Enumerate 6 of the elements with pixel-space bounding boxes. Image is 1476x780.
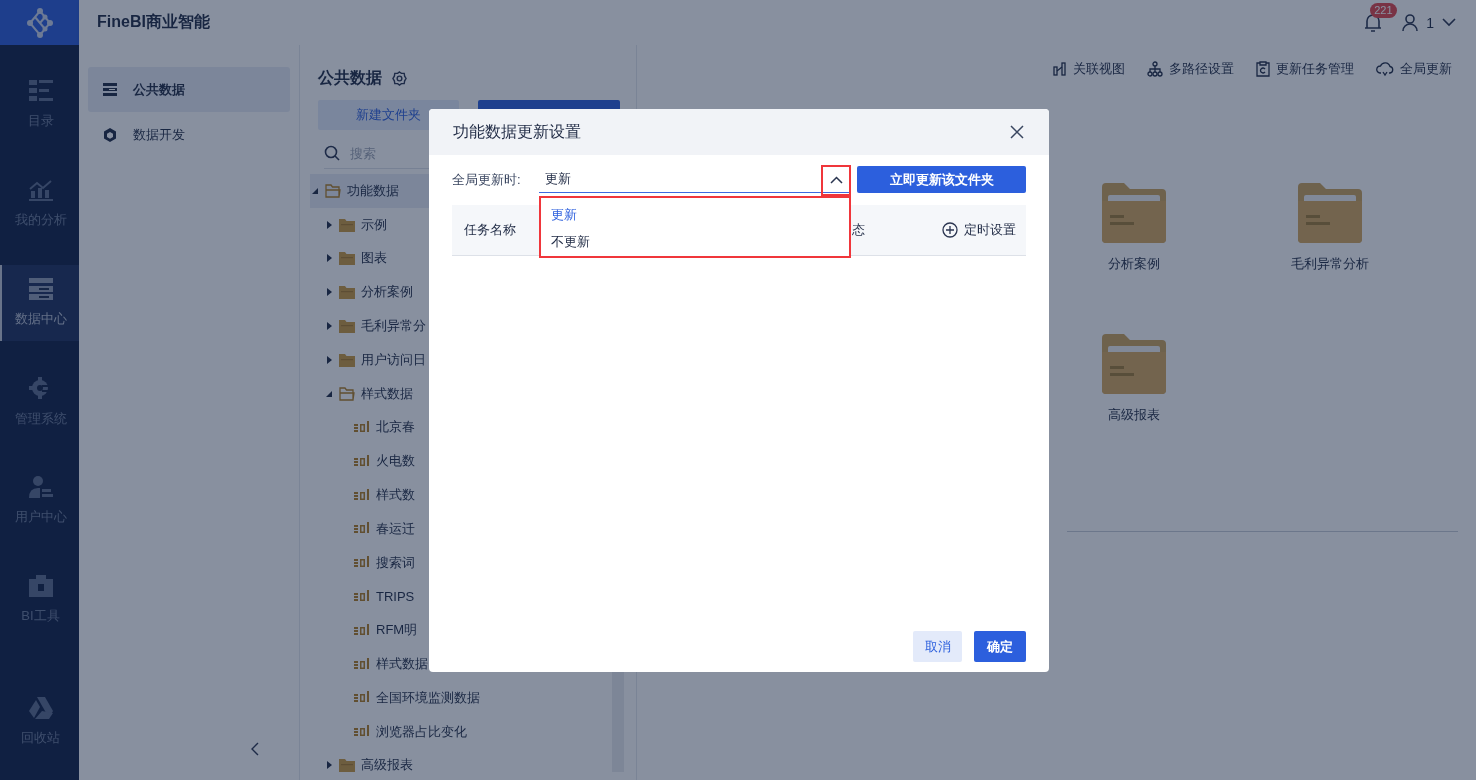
field-label: 全局更新时: <box>452 170 522 189</box>
column-header: 态 <box>852 221 865 239</box>
column-header: 任务名称 <box>463 221 516 239</box>
panel-title: 公共数据 <box>318 67 382 88</box>
app-title: FineBI商业智能 <box>97 12 210 32</box>
notification-badge: 221 <box>1370 2 1397 18</box>
